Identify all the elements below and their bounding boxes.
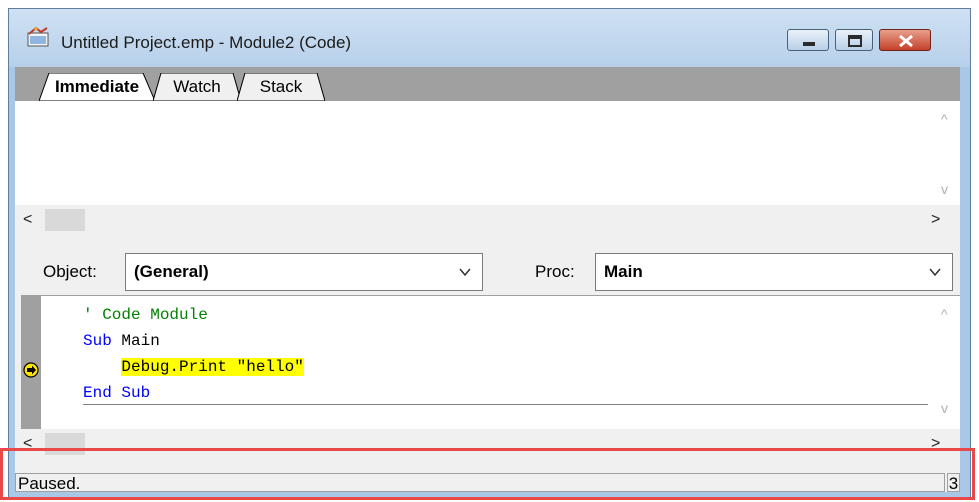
tab-stack-label: Stack	[259, 77, 303, 96]
code-line[interactable]: ' Code Module	[83, 302, 304, 328]
project-icon	[27, 27, 49, 47]
title-bar[interactable]: Untitled Project.emp - Module2 (Code)	[9, 9, 970, 67]
window-client-area: Immediate Watch Stack ^ v < > Object: (G…	[15, 67, 960, 493]
proc-value: Main	[604, 262, 643, 281]
object-dropdown[interactable]: (General)	[125, 253, 483, 291]
object-value: (General)	[134, 262, 209, 281]
proc-label: Proc:	[535, 262, 575, 281]
tab-immediate[interactable]: Immediate	[39, 73, 155, 101]
close-icon	[899, 34, 913, 48]
restore-icon	[848, 35, 862, 47]
minimize-button[interactable]	[787, 29, 829, 51]
scroll-up-icon[interactable]: ^	[941, 111, 948, 127]
chevron-down-icon	[929, 268, 941, 277]
proc-dropdown[interactable]: Main	[595, 253, 953, 291]
code-line[interactable]: Sub Main	[83, 328, 304, 354]
code-token: Sub	[83, 332, 112, 350]
immediate-horizontal-scrollbar[interactable]: < >	[15, 205, 960, 235]
scroll-left-icon[interactable]: <	[23, 211, 32, 229]
current-code-line[interactable]: Debug.Print "hello"	[83, 354, 304, 380]
code-token: Debug.Print "hello"	[121, 358, 304, 376]
scroll-up-icon[interactable]: ^	[941, 306, 948, 322]
immediate-vertical-scrollbar[interactable]: ^ v	[934, 101, 960, 205]
execution-pointer-icon	[23, 362, 39, 378]
tab-stack[interactable]: Stack	[237, 73, 325, 101]
code-token: End Sub	[83, 384, 151, 402]
code-token: ' Code Module	[83, 306, 208, 324]
tab-immediate-label: Immediate	[54, 77, 140, 96]
code-window: Untitled Project.emp - Module2 (Code) Im…	[8, 8, 971, 500]
tab-watch-label: Watch	[173, 77, 221, 96]
status-highlight-outline	[0, 448, 975, 500]
chevron-down-icon	[459, 268, 471, 277]
margin-indicator-bar[interactable]	[21, 296, 41, 430]
code-vertical-scrollbar[interactable]: ^ v	[934, 296, 960, 430]
scroll-thumb[interactable]	[45, 209, 85, 231]
minimize-icon	[803, 42, 815, 46]
object-label: Object:	[43, 262, 97, 281]
code-text[interactable]: ' Code Module Sub Main Debug.Print "hello…	[83, 302, 304, 406]
code-editor[interactable]: ' Code Module Sub Main Debug.Print "hello…	[21, 295, 960, 430]
tab-watch[interactable]: Watch	[153, 73, 241, 101]
code-token: Main	[111, 332, 160, 350]
scroll-down-icon[interactable]: v	[941, 181, 948, 197]
procedure-separator	[83, 404, 928, 405]
selector-bar: Object: (General) Proc: Main	[15, 243, 960, 299]
debug-tab-strip: Immediate Watch Stack	[15, 67, 960, 101]
immediate-pane[interactable]: ^ v < >	[15, 101, 960, 235]
close-button[interactable]	[879, 29, 931, 51]
window-title: Untitled Project.emp - Module2 (Code)	[61, 33, 352, 52]
code-line[interactable]: End Sub	[83, 380, 304, 406]
restore-button[interactable]	[835, 29, 873, 51]
scroll-right-icon[interactable]: >	[931, 211, 940, 229]
scroll-down-icon[interactable]: v	[941, 400, 948, 416]
